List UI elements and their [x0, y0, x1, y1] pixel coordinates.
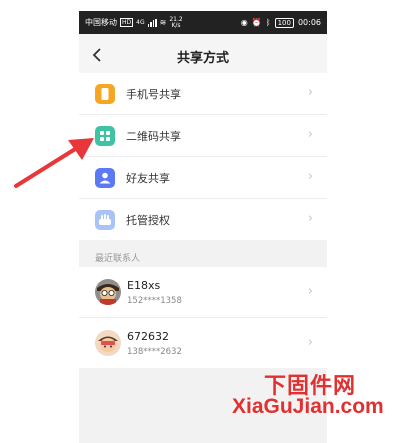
- status-bar: 中国移动 HD 4G ≋ 21.2 K/s ◉ ⏰ ᛒ 100 00:06: [79, 11, 327, 34]
- contact-phone: 152****1358: [127, 296, 182, 306]
- share-by-qrcode-label: 二维码共享: [126, 130, 181, 143]
- eye-icon: ◉: [240, 18, 248, 27]
- chevron-right-icon: ›: [307, 335, 313, 350]
- chevron-right-icon: ›: [307, 127, 313, 142]
- clock: 00:06: [297, 18, 321, 27]
- recent-contacts-title: 最近联系人: [95, 254, 141, 264]
- chevron-right-icon: ›: [307, 284, 313, 299]
- contact-phone: 138****2632: [127, 347, 182, 357]
- recent-contacts-list: E18xs 152****1358 › 672632 138****2632 ›: [79, 267, 327, 368]
- bluetooth-icon: ᛒ: [265, 18, 271, 27]
- alarm-icon: ⏰: [251, 18, 262, 27]
- custody-authorization-item[interactable]: 托管授权 ›: [79, 199, 327, 240]
- wifi-icon: ≋: [159, 18, 167, 27]
- network-speed: 21.2 K/s: [169, 16, 182, 29]
- share-by-phone-item[interactable]: 手机号共享 ›: [79, 73, 327, 115]
- share-with-friend-item[interactable]: 好友共享 ›: [79, 157, 327, 199]
- contact-name: E18xs: [127, 279, 161, 292]
- share-with-friend-label: 好友共享: [126, 172, 170, 185]
- watermark-en: XiaGuJian.com: [232, 395, 384, 418]
- custody-authorization-label: 托管授权: [126, 214, 170, 227]
- signal-icon: [147, 18, 157, 27]
- avatar: [95, 330, 121, 356]
- recent-contacts-header: 最近联系人: [79, 247, 327, 267]
- page-title: 共享方式: [176, 51, 229, 66]
- battery-indicator: 100: [274, 17, 294, 28]
- share-method-list: 手机号共享 › 二维码共享 › 好友共享 › 托管授权 ›: [79, 73, 327, 240]
- contact-name: 672632: [127, 330, 169, 343]
- share-by-qrcode-item[interactable]: 二维码共享 ›: [79, 115, 327, 157]
- speed-unit: K/s: [171, 21, 181, 29]
- share-by-phone-label: 手机号共享: [126, 88, 181, 101]
- chevron-right-icon: ›: [307, 169, 313, 184]
- carrier-label: 中国移动: [85, 18, 117, 27]
- phone-share-icon: [95, 84, 115, 104]
- annotation-arrow: [14, 138, 94, 188]
- network-label: 4G: [136, 19, 145, 26]
- hd-badge: HD: [120, 18, 134, 27]
- watermark: 下固件网 XiaGuJian.com: [232, 366, 392, 426]
- avatar: [95, 279, 121, 305]
- chevron-right-icon: ›: [307, 85, 313, 100]
- contact-row[interactable]: 672632 138****2632 ›: [79, 318, 327, 368]
- custody-authorization-icon: [95, 210, 115, 230]
- contact-row[interactable]: E18xs 152****1358 ›: [79, 267, 327, 318]
- chevron-right-icon: ›: [307, 211, 313, 226]
